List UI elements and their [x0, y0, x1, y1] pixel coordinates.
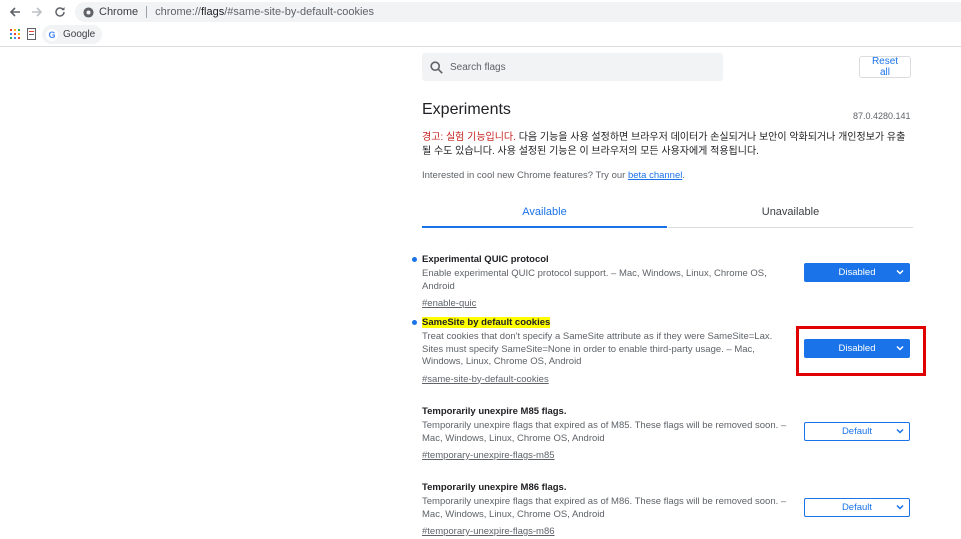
beta-channel-link[interactable]: beta channel: [628, 170, 682, 181]
apps-grid-icon[interactable]: [10, 29, 20, 39]
experiment-permalink[interactable]: #enable-quic: [422, 298, 476, 309]
browser-toolbar: Chrome chrome://flags/#same-site-by-defa…: [0, 0, 961, 24]
experiment-item: Temporarily unexpire M86 flags. Temporar…: [422, 481, 913, 539]
experiment-description: Treat cookies that don't specify a SameS…: [422, 331, 773, 367]
forward-button[interactable]: [28, 3, 46, 21]
bookmark-google-label: Google: [63, 29, 96, 40]
site-info-chip[interactable]: Chrome: [75, 6, 138, 18]
version-label: 87.0.4280.141: [853, 111, 911, 121]
chevron-down-icon: [896, 269, 904, 275]
experiment-name: Temporarily unexpire M85 flags.: [422, 406, 567, 417]
flags-tabs: Available Unavailable: [422, 197, 913, 228]
experiment-description: Enable experimental QUIC protocol suppor…: [422, 268, 767, 292]
search-icon: [430, 60, 443, 74]
experiment-name-highlight: SameSite by default cookies: [422, 317, 551, 328]
experiment-state-value: Default: [841, 502, 873, 513]
tab-unavailable[interactable]: Unavailable: [668, 197, 913, 228]
annotation-highlight-box: [796, 326, 926, 376]
experiment-description: Temporarily unexpire flags that expired …: [422, 420, 787, 444]
experiment-state-value: Default: [841, 426, 873, 437]
tab-available[interactable]: Available: [422, 197, 667, 228]
bookmark-google[interactable]: G Google: [42, 25, 103, 44]
experiment-permalink[interactable]: #temporary-unexpire-flags-m86: [422, 526, 555, 537]
back-arrow-icon: [9, 7, 20, 17]
experiment-state-value: Disabled: [838, 267, 876, 278]
experiment-permalink[interactable]: #temporary-unexpire-flags-m85: [422, 450, 555, 461]
experiment-state-select[interactable]: Disabled: [804, 263, 910, 282]
reload-button[interactable]: [51, 3, 69, 21]
experiment-name: Temporarily unexpire M86 flags.: [422, 482, 567, 493]
reset-all-button[interactable]: Reset all: [859, 56, 911, 78]
search-flags-input[interactable]: [448, 60, 702, 74]
experiment-item: Temporarily unexpire M85 flags. Temporar…: [422, 405, 913, 463]
back-button[interactable]: [6, 3, 24, 21]
chrome-site-icon: [83, 6, 94, 18]
forward-arrow-icon: [32, 7, 43, 17]
warning-text: 경고: 실험 기능입니다. 다음 기능을 사용 설정하면 브라우저 데이터가 손…: [422, 131, 914, 159]
experiment-item: Experimental QUIC protocol Enable experi…: [412, 253, 913, 311]
page-title: Experiments: [422, 101, 511, 118]
modified-indicator-dot: [412, 257, 417, 262]
chevron-down-icon: [896, 428, 904, 434]
experiment-permalink[interactable]: #same-site-by-default-cookies: [422, 374, 549, 385]
beta-channel-text: Interested in cool new Chrome features? …: [422, 170, 685, 181]
warning-red-text: 경고: 실험 기능입니다.: [422, 132, 516, 143]
address-bar[interactable]: Chrome chrome://flags/#same-site-by-defa…: [75, 2, 961, 22]
bookmarks-bar: G Google: [0, 24, 961, 47]
google-icon: G: [46, 28, 58, 41]
site-chip-label: Chrome: [99, 6, 139, 18]
chevron-down-icon: [896, 504, 904, 510]
address-separator: [146, 6, 148, 18]
experiment-state-select[interactable]: Default: [804, 498, 910, 517]
search-flags-box[interactable]: [422, 53, 723, 81]
experiment-description: Temporarily unexpire flags that expired …: [422, 496, 787, 520]
bookmark-page-icon[interactable]: [27, 28, 36, 40]
modified-indicator-dot: [412, 320, 417, 325]
experiment-state-select[interactable]: Default: [804, 422, 910, 441]
reload-icon: [55, 7, 65, 17]
address-url: chrome://flags/#same-site-by-default-coo…: [155, 6, 375, 18]
